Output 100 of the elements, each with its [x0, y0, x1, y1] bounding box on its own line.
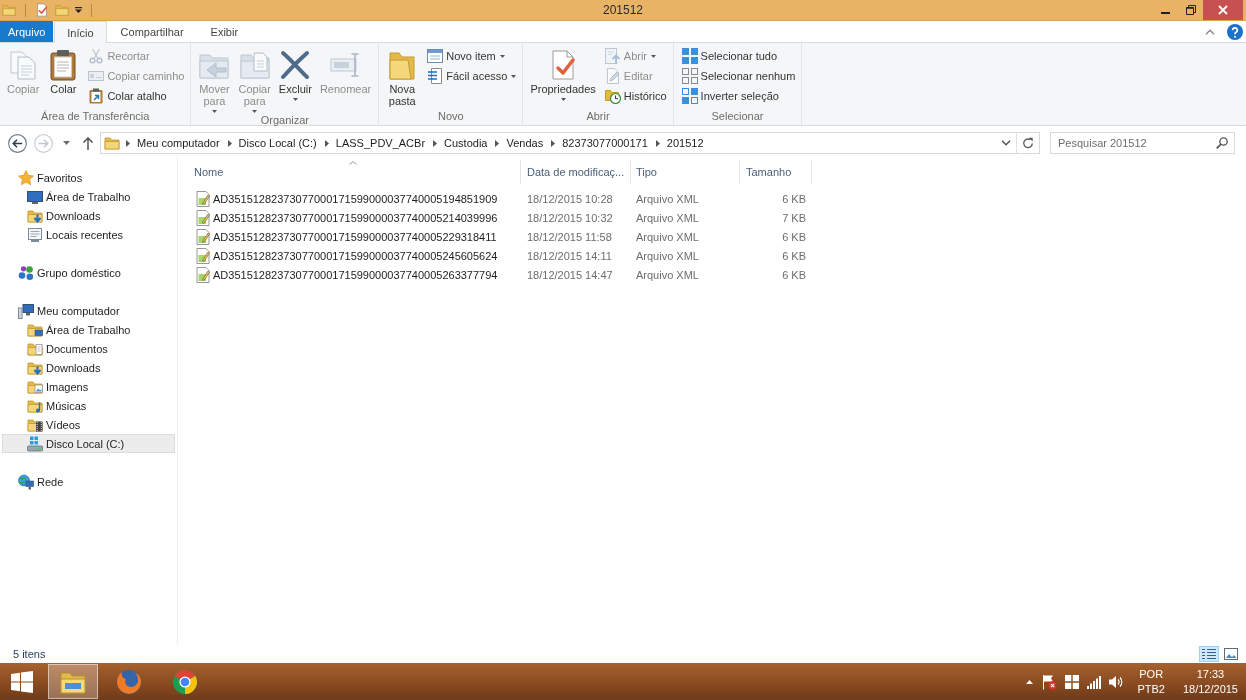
breadcrumb[interactable]: 82373077000171: [560, 133, 650, 153]
browser-icon: [172, 668, 198, 695]
browser-icon: [116, 668, 142, 695]
breadcrumb[interactable]: 201512: [664, 133, 706, 153]
nav-item[interactable]: Locais recentes: [2, 225, 175, 244]
chevron-icon[interactable]: [433, 139, 438, 147]
ribbon-button[interactable]: Novo item: [425, 46, 519, 66]
ribbon-button[interactable]: Selecionar tudo: [679, 46, 798, 66]
folder-page-icon: [27, 340, 43, 357]
ribbon-button[interactable]: Excluir: [275, 46, 315, 101]
nav-item[interactable]: Documentos: [2, 339, 175, 358]
grid-icon: [681, 48, 698, 64]
dropdown-icon[interactable]: [75, 7, 82, 13]
speaker-icon[interactable]: [1109, 674, 1124, 689]
group-label: Selecionar: [711, 109, 764, 124]
file-name[interactable]: AD35151282373077000171599000037740005214039996: [213, 211, 498, 224]
nav-item[interactable]: Downloads: [2, 358, 175, 377]
up-arrow-icon[interactable]: [82, 136, 94, 150]
menu-tab[interactable]: Arquivo: [0, 21, 54, 42]
page-check-icon[interactable]: [35, 3, 49, 17]
chevron-down-icon[interactable]: [1001, 140, 1011, 146]
ribbon-button[interactable]: Nova pasta: [383, 46, 422, 107]
file-type: Arquivo XML: [636, 211, 699, 224]
address-field[interactable]: Meu computador Disco Local (C:) LASS_PDV_ACBr Custodia Vendas 82373077000171 201512: [100, 132, 1040, 154]
picture-icon: [1224, 648, 1238, 660]
windows-logo-icon[interactable]: [1065, 674, 1080, 689]
breadcrumb[interactable]: Disco Local (C:): [236, 133, 319, 153]
column-header[interactable]: Tipo: [631, 160, 740, 184]
keyboard-layout[interactable]: PTB2: [1137, 681, 1165, 697]
view-button[interactable]: [1199, 646, 1219, 662]
ribbon-button[interactable]: Colar: [44, 46, 83, 95]
ribbon-button[interactable]: Propriedades: [527, 46, 599, 101]
column-header[interactable]: Nome: [185, 160, 521, 184]
ribbon-tab[interactable]: Compartilhar: [107, 21, 197, 42]
minimize-icon: [1161, 11, 1170, 14]
file-size: 7 KB: [782, 211, 806, 224]
file-name[interactable]: AD35151282373077000171599000037740005194851909: [213, 192, 498, 205]
ribbon-button[interactable]: Fácil acesso: [425, 66, 519, 86]
nav-item[interactable]: Imagens: [2, 377, 175, 396]
nav-item[interactable]: Downloads: [2, 206, 175, 225]
folder-film-icon: [27, 416, 43, 433]
search-icon[interactable]: [1216, 137, 1228, 149]
cross-icon: [279, 49, 312, 81]
flag-icon[interactable]: [1041, 673, 1058, 690]
back-icon[interactable]: [8, 133, 27, 153]
caret-icon[interactable]: [63, 141, 70, 145]
input-language[interactable]: POR: [1139, 666, 1164, 682]
file-name[interactable]: AD35151282373077000171599000037740005229318411: [213, 230, 497, 243]
help-icon[interactable]: [1227, 23, 1243, 40]
file-icon: [195, 266, 211, 283]
grid-mixed-icon: [681, 88, 698, 104]
chevron-up-icon[interactable]: [1205, 28, 1215, 35]
nav-item[interactable]: Área de Trabalho: [2, 320, 175, 339]
item-count: 5 itens: [13, 648, 46, 660]
nav-item[interactable]: Disco Local (C:): [2, 434, 175, 453]
chevron-icon[interactable]: [324, 139, 329, 147]
ribbon-tab[interactable]: Exibir: [197, 21, 252, 42]
ribbon-button[interactable]: Inverter seleção: [679, 86, 798, 106]
file-name[interactable]: AD35151282373077000171599000037740005263377794: [213, 268, 498, 281]
ribbon-button[interactable]: Colar atalho: [86, 86, 187, 106]
close-button[interactable]: [1203, 0, 1243, 20]
ribbon-tab[interactable]: Início: [54, 21, 107, 43]
column-header[interactable]: Data de modificaç...: [521, 160, 631, 184]
nav-item[interactable]: Área de Trabalho: [2, 187, 175, 206]
file-icon: [195, 228, 211, 245]
breadcrumb[interactable]: LASS_PDV_ACBr: [333, 133, 428, 153]
ribbon-button[interactable]: Histórico: [602, 86, 669, 106]
nav-item[interactable]: Rede: [2, 472, 175, 491]
nav-item[interactable]: Grupo doméstico: [2, 263, 175, 282]
breadcrumb[interactable]: Vendas: [504, 133, 546, 153]
nav-item[interactable]: Músicas: [2, 396, 175, 415]
chevron-icon[interactable]: [126, 139, 130, 147]
nav-item[interactable]: Meu computador: [2, 301, 175, 320]
group-label: Abrir: [586, 109, 610, 124]
document-arrow-icon: [604, 48, 621, 64]
breadcrumb[interactable]: Meu computador: [135, 133, 222, 153]
chevron-icon[interactable]: [655, 139, 660, 147]
scissors-icon: [88, 48, 105, 64]
page-pencil-icon: [604, 68, 621, 84]
chevron-icon[interactable]: [551, 139, 556, 147]
clock-time[interactable]: 17:33: [1196, 666, 1225, 682]
document-icon: [27, 226, 43, 243]
search-field[interactable]: Pesquisar 201512: [1050, 132, 1235, 154]
folder-clock-icon: [604, 88, 621, 104]
caret-up-icon[interactable]: [1026, 679, 1034, 684]
signal-icon[interactable]: [1087, 674, 1102, 689]
clock-date[interactable]: 18/12/2015: [1182, 681, 1238, 697]
details-view-icon: [1202, 648, 1216, 660]
chevron-icon[interactable]: [495, 139, 500, 147]
windows-logo-icon: [11, 670, 33, 693]
view-button[interactable]: [1221, 646, 1241, 662]
nav-item[interactable]: Favoritos: [2, 168, 175, 187]
file-name[interactable]: AD35151282373077000171599000037740005245605624: [213, 249, 498, 262]
breadcrumb[interactable]: Custodia: [442, 133, 490, 153]
column-header[interactable]: Tamanho: [740, 160, 812, 184]
nav-item[interactable]: Vídeos: [2, 415, 175, 434]
monitor-icon: [27, 188, 43, 205]
chevron-icon[interactable]: [227, 139, 232, 147]
ribbon-button[interactable]: Selecionar nenhum: [679, 66, 798, 86]
modified-date: 18/12/2015 10:28: [527, 192, 613, 205]
